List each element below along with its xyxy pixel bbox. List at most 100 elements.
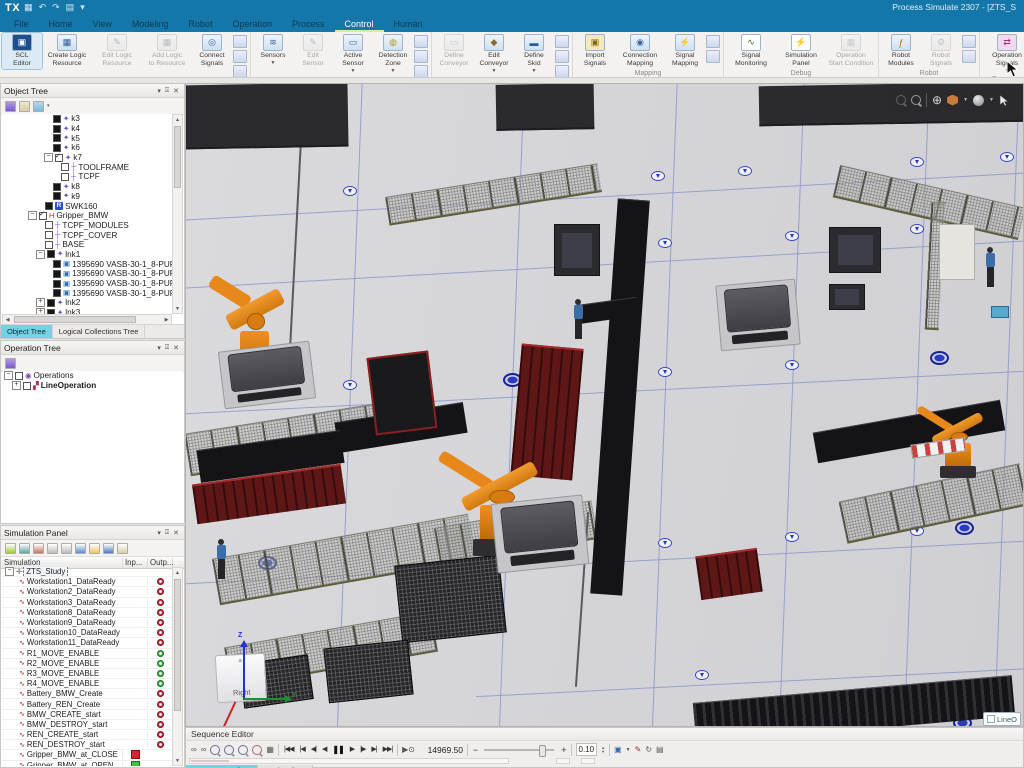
visibility-checkbox[interactable] (61, 163, 69, 171)
redo-icon[interactable]: ↷ (52, 0, 60, 15)
tree-item-tcpf-cover[interactable]: ┼TCPF_COVER (2, 230, 172, 240)
zoom-in-icon[interactable] (911, 95, 921, 105)
human-figure-3d[interactable] (214, 539, 229, 581)
edit-logic-resource-button[interactable]: ✎Edit Logic Resource (92, 33, 142, 69)
location-marker[interactable] (738, 166, 752, 176)
refresh-icon[interactable]: ↻ (645, 745, 652, 754)
import-signals-button[interactable]: ▣Import Signals (575, 33, 615, 69)
location-marker[interactable] (658, 538, 672, 548)
folder-open-icon[interactable] (33, 101, 44, 112)
play-to-end-icon[interactable]: ▶⊙ (402, 745, 415, 754)
tree-item-k8[interactable]: ✦k8 (2, 182, 172, 192)
location-marker[interactable] (785, 532, 799, 542)
signal-row-gripper-bmw-at-close[interactable]: ∿Gripper_BMW_at_CLOSE (2, 750, 172, 760)
filter-icon[interactable] (75, 543, 86, 554)
scl-editor-button[interactable]: ▣SCL Editor (2, 33, 42, 69)
operation-tree[interactable]: −◉Operations+▞LineOperation (2, 371, 183, 522)
zoom-out-icon[interactable] (224, 745, 234, 755)
signal-row-bmw-destroy-start[interactable]: ∿BMW_DESTROY_start (2, 720, 172, 730)
zoom-in-icon[interactable] (210, 745, 220, 755)
location-marker[interactable] (658, 238, 672, 248)
view-cube[interactable]: a Right (215, 653, 267, 704)
speed-decrease-button[interactable]: − (472, 745, 478, 755)
jump-to-end-button[interactable]: ▶▶| (382, 745, 394, 755)
menu-tab-modeling[interactable]: Modeling (122, 17, 179, 32)
visibility-checkbox[interactable] (23, 382, 31, 390)
visibility-checkbox[interactable] (53, 144, 61, 152)
location-marker[interactable] (343, 380, 357, 390)
simulation-vscrollbar[interactable]: ▲ ▼ (172, 567, 183, 766)
collapse-icon[interactable]: − (4, 371, 13, 380)
center-icon[interactable]: ⊕ (932, 94, 942, 106)
visibility-checkbox[interactable] (55, 154, 63, 162)
folder-icon[interactable] (19, 101, 30, 112)
menu-tab-human[interactable]: Human (384, 17, 433, 32)
simulation-rows[interactable]: −✛ZTS_Study∿Workstation1_DataReady∿Works… (2, 567, 172, 766)
panel-tab-object-tree[interactable]: Object Tree (1, 325, 53, 338)
tree-item-1395690-vasb-30-1-8-pur[interactable]: ▣1395690 VASB-30-1_8-PUR- (2, 269, 172, 279)
undo-icon[interactable]: ↶ (39, 0, 47, 15)
robot-modules-button[interactable]: ƒRobot Modules (881, 33, 921, 69)
map-b-icon[interactable] (706, 50, 720, 63)
define-skid-button[interactable]: ▬Define Skid▼ (514, 33, 554, 75)
scroll-down-icon[interactable]: ▼ (173, 304, 182, 313)
menu-tab-view[interactable]: View (83, 17, 122, 32)
chevron-down-icon[interactable]: ▾ (155, 529, 163, 537)
conv-c-icon[interactable] (555, 65, 569, 78)
visibility-checkbox[interactable] (53, 270, 61, 278)
jump-to-start-button[interactable]: |◀◀ (283, 745, 295, 755)
sensors-button[interactable]: ≋Sensors▼ (253, 33, 293, 67)
close-icon[interactable]: ✕ (171, 87, 181, 95)
toolbar-dropdown-icon[interactable]: ▾ (47, 103, 50, 109)
signal-monitoring-button[interactable]: ∿Signal Monitoring (726, 33, 776, 69)
pin-icon[interactable]: ⍗ (163, 344, 171, 352)
play-backward-button[interactable]: ◀ (321, 745, 327, 755)
location-marker[interactable] (1000, 152, 1014, 162)
tree-item-tcpf[interactable]: ┼TCPF (2, 172, 172, 182)
pin-icon[interactable]: ⍗ (163, 529, 171, 537)
expand-icon[interactable]: + (12, 381, 21, 390)
car-body-3d[interactable] (491, 494, 590, 573)
edit-conveyor-button[interactable]: ◆Edit Conveyor▼ (474, 33, 514, 75)
signal-row-battery-bmw-create[interactable]: ∿Battery_BMW_Create (2, 689, 172, 699)
add-signal-icon[interactable] (5, 543, 16, 554)
robot-a-icon[interactable] (962, 35, 976, 48)
signal-row-ren-create-start[interactable]: ∿REN_CREATE_start (2, 730, 172, 740)
visibility-checkbox[interactable] (15, 372, 23, 380)
tree-filter-icon[interactable] (5, 358, 16, 369)
export-icon[interactable] (233, 65, 247, 78)
tree-item-1395690-vasb-30-1-8-pur[interactable]: ▣1395690 VASB-30-1_8-PUR- (2, 279, 172, 289)
gantt-splitter[interactable] (581, 758, 595, 764)
visibility-checkbox[interactable] (53, 125, 61, 133)
location-marker[interactable] (785, 360, 799, 370)
tree-item-k5[interactable]: ✦k5 (2, 133, 172, 143)
visibility-checkbox[interactable] (61, 173, 69, 181)
menu-tab-operation[interactable]: Operation (222, 17, 282, 32)
step-forward-button[interactable]: |▶ (359, 745, 366, 755)
object-tree[interactable]: ✦k3✦k4✦k5✦k6−✦k7┼TOOLFRAME┼TCPF✦k8✦k9RSW… (2, 114, 172, 314)
visibility-checkbox[interactable] (45, 241, 53, 249)
sensor-b-icon[interactable] (414, 50, 428, 63)
visibility-checkbox[interactable] (45, 202, 53, 210)
location-marker[interactable] (910, 224, 924, 234)
cabinet-3d[interactable] (939, 224, 975, 280)
sensor-c-icon[interactable] (414, 65, 428, 78)
location-marker[interactable] (343, 186, 357, 196)
chevron-down-icon[interactable]: ▾ (155, 344, 163, 352)
location-marker[interactable] (695, 670, 709, 680)
location-marker[interactable] (910, 157, 924, 167)
signal-row-workstation10-dataready[interactable]: ∿Workstation10_DataReady (2, 628, 172, 638)
slider-thumb[interactable] (539, 745, 546, 757)
chevron-down-icon[interactable]: ▼ (963, 97, 968, 103)
mesh-container-3d[interactable] (394, 555, 507, 644)
grid-icon[interactable]: ▦ (266, 745, 274, 754)
zoom-fit-icon[interactable] (238, 745, 248, 755)
print-icon[interactable]: ▤ (656, 745, 664, 754)
detection-zone-button[interactable]: ◍Detection Zone▼ (373, 33, 413, 75)
visibility-checkbox[interactable] (47, 299, 55, 307)
signal-row-battery-ren-create[interactable]: ∿Battery_REN_Create (2, 699, 172, 709)
menu-tab-robot[interactable]: Robot (178, 17, 222, 32)
close-icon[interactable]: ✕ (171, 529, 181, 537)
location-marker[interactable] (651, 171, 665, 181)
visibility-checkbox[interactable] (53, 183, 61, 191)
